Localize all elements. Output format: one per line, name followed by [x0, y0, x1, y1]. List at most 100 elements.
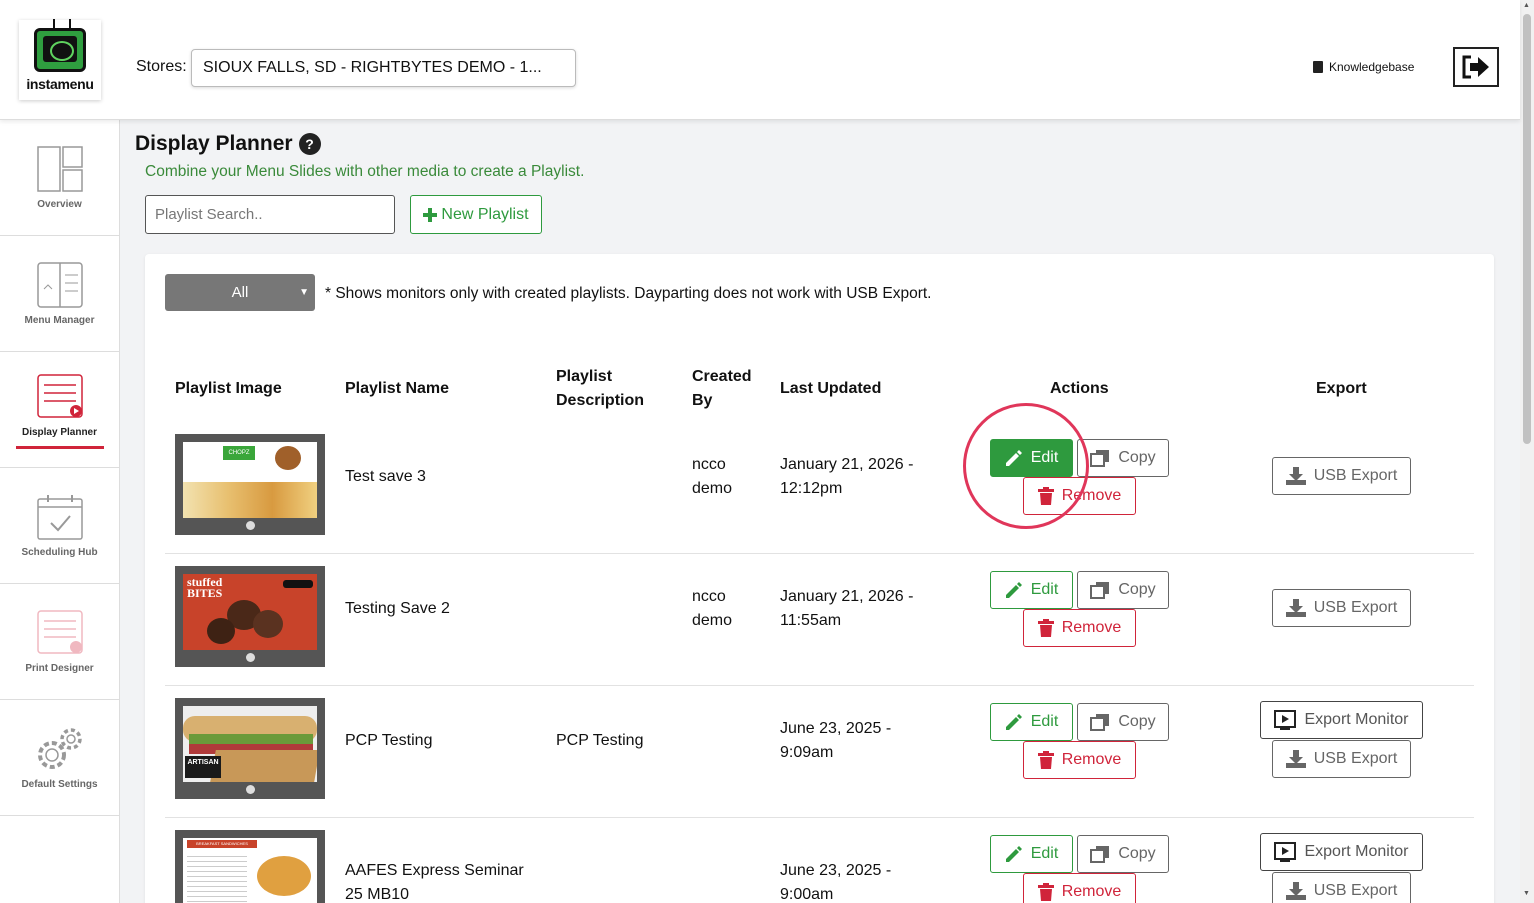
- carousel-dot[interactable]: [246, 653, 255, 662]
- table-row: BREAKFAST SANDWICHES AAFES Express Semin…: [165, 818, 1474, 903]
- thumbnail-image: stuffed BITES: [183, 574, 317, 650]
- edit-label: Edit: [1030, 845, 1059, 862]
- instamenu-logo[interactable]: instamenu: [19, 20, 101, 100]
- copy-label: Copy: [1118, 581, 1156, 598]
- remove-button[interactable]: Remove: [1023, 873, 1136, 903]
- logout-button[interactable]: [1453, 47, 1499, 87]
- thumb-label: BREAKFAST SANDWICHES: [187, 840, 257, 848]
- thumb-badge: [283, 580, 313, 588]
- remove-button[interactable]: Remove: [1023, 609, 1136, 647]
- copy-label: Copy: [1118, 449, 1156, 466]
- sidebar-item-label: Print Designer: [25, 663, 94, 674]
- carousel-dot[interactable]: [246, 785, 255, 794]
- copy-button[interactable]: Copy: [1077, 703, 1169, 741]
- usb-export-button[interactable]: USB Export: [1272, 872, 1411, 903]
- export-monitor-button[interactable]: Export Monitor: [1260, 833, 1423, 871]
- scroll-up-icon[interactable]: ▲: [1523, 2, 1530, 9]
- thumbnail-image: BREAKFAST SANDWICHES: [183, 838, 317, 903]
- edit-label: Edit: [1030, 581, 1059, 598]
- header-playlist-image: Playlist Image: [175, 380, 282, 397]
- thumb-food: [183, 482, 317, 518]
- pencil-icon: [1005, 714, 1022, 730]
- table-row: CHOPZ Test save 3 ncco demo January 21, …: [165, 422, 1474, 554]
- download-icon: [1285, 467, 1306, 485]
- remove-label: Remove: [1061, 619, 1122, 636]
- carousel-dot[interactable]: [246, 521, 255, 530]
- copy-button[interactable]: Copy: [1077, 835, 1169, 873]
- top-header: instamenu Stores: SIOUX FALLS, SD - RIGH…: [0, 0, 1520, 120]
- page-title-text: Display Planner: [135, 132, 293, 155]
- thumb-menu-lines: [187, 852, 247, 902]
- trash-icon: [1037, 751, 1054, 769]
- sidebar-item-menu-manager[interactable]: Menu Manager: [0, 236, 119, 352]
- thumb-food: [253, 610, 283, 638]
- header-playlist-name: Playlist Name: [345, 380, 450, 397]
- playlist-thumbnail[interactable]: stuffed BITES: [175, 566, 325, 667]
- book-icon: [1313, 61, 1323, 73]
- playlist-name: Test save 3: [345, 468, 426, 485]
- page-title: Display Planner ?: [135, 132, 321, 156]
- sidebar-item-display-planner[interactable]: Display Planner: [0, 352, 119, 468]
- logo-text: instamenu: [26, 76, 94, 92]
- plus-icon: [423, 207, 438, 222]
- help-icon[interactable]: ?: [298, 133, 321, 155]
- usb-export-label: USB Export: [1313, 599, 1398, 616]
- edit-button[interactable]: Edit: [990, 439, 1073, 477]
- usb-export-button[interactable]: USB Export: [1272, 740, 1411, 778]
- knowledgebase-link[interactable]: Knowledgebase: [1313, 60, 1414, 74]
- export-monitor-label: Export Monitor: [1304, 711, 1409, 728]
- edit-button[interactable]: Edit: [990, 703, 1073, 741]
- play-screen-icon: [1274, 842, 1297, 862]
- playlist-thumbnail[interactable]: ARTISAN: [175, 698, 325, 799]
- usb-export-button[interactable]: USB Export: [1272, 457, 1411, 495]
- edit-button[interactable]: Edit: [990, 571, 1073, 609]
- remove-button[interactable]: Remove: [1023, 741, 1136, 779]
- playlist-card: All ▼ * Shows monitors only with created…: [145, 254, 1494, 903]
- usb-export-button[interactable]: USB Export: [1272, 589, 1411, 627]
- chevron-down-icon: ▼: [299, 287, 309, 298]
- stores-select[interactable]: SIOUX FALLS, SD - RIGHTBYTES DEMO - 1...: [191, 49, 576, 87]
- copy-icon: [1090, 582, 1110, 599]
- created-by-line2: demo: [692, 612, 733, 629]
- sidebar-item-print-designer[interactable]: Print Designer: [0, 584, 119, 700]
- sidebar-item-label: Menu Manager: [24, 315, 95, 326]
- playlist-name: PCP Testing: [345, 732, 433, 749]
- export-monitor-button[interactable]: Export Monitor: [1260, 701, 1423, 739]
- sidebar-item-default-settings[interactable]: Default Settings: [0, 700, 119, 816]
- last-updated-line2: 9:00am: [780, 886, 834, 903]
- download-icon: [1285, 750, 1306, 768]
- last-updated-line1: June 23, 2025 -: [780, 862, 892, 879]
- header-created-line1: Created: [692, 368, 752, 385]
- scrollbar-thumb[interactable]: [1523, 14, 1531, 444]
- copy-button[interactable]: Copy: [1077, 439, 1169, 477]
- copy-icon: [1090, 714, 1110, 731]
- last-updated-line1: January 21, 2026 -: [780, 456, 914, 473]
- remove-button[interactable]: Remove: [1023, 477, 1136, 515]
- last-updated-line2: 12:12pm: [780, 480, 843, 497]
- created-by-line2: demo: [692, 480, 733, 497]
- sidebar-item-overview[interactable]: Overview: [0, 120, 119, 236]
- overview-icon: [36, 146, 83, 192]
- playlist-thumbnail[interactable]: CHOPZ: [175, 434, 325, 535]
- playlist-thumbnail[interactable]: BREAKFAST SANDWICHES: [175, 830, 325, 903]
- copy-button[interactable]: Copy: [1077, 571, 1169, 609]
- new-playlist-button[interactable]: New Playlist: [410, 195, 542, 234]
- thumb-food: [275, 446, 301, 470]
- sidebar-item-label: Scheduling Hub: [21, 547, 98, 558]
- scroll-down-icon[interactable]: ▼: [1523, 890, 1530, 897]
- edit-button[interactable]: Edit: [990, 835, 1073, 873]
- header-created-line2: By: [692, 392, 713, 409]
- page-scrollbar[interactable]: ▲ ▼: [1520, 0, 1534, 903]
- table-row: ARTISAN PCP Testing PCP Testing June 23,…: [165, 686, 1474, 818]
- sidebar-item-label: Display Planner: [21, 427, 98, 438]
- sidebar-item-scheduling-hub[interactable]: Scheduling Hub: [0, 468, 119, 584]
- playlist-description: PCP Testing: [556, 732, 644, 749]
- monitor-filter-select[interactable]: All ▼: [165, 274, 315, 311]
- playlist-search-input[interactable]: [145, 195, 395, 234]
- trash-icon: [1037, 487, 1054, 505]
- trash-icon: [1037, 619, 1054, 637]
- remove-label: Remove: [1061, 487, 1122, 504]
- sidebar-item-label: Overview: [37, 199, 82, 210]
- print-designer-icon: [36, 610, 83, 654]
- filter-note: * Shows monitors only with created playl…: [325, 285, 932, 302]
